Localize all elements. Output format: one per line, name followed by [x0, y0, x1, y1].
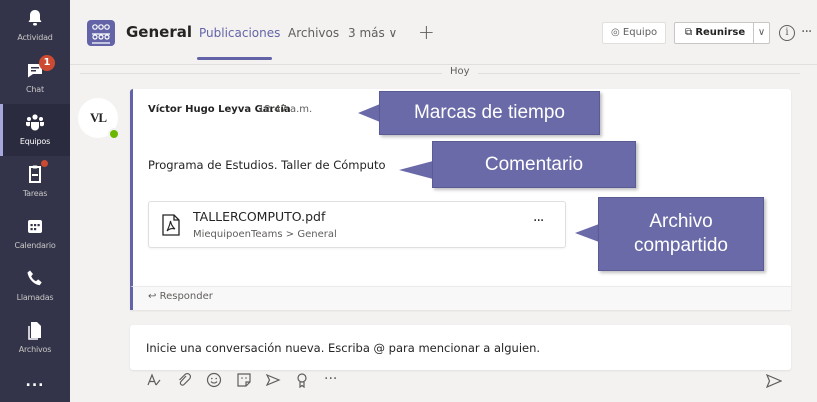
appbar-label: Equipos [19, 137, 51, 146]
chat-badge: 1 [39, 55, 55, 71]
callout-shared-file-line2: compartido [634, 235, 728, 256]
tab-more[interactable]: 3 más ∨ [348, 26, 397, 40]
reply-label: Responder [159, 291, 213, 302]
file-name[interactable]: TALLERCOMPUTO.pdf [193, 209, 325, 224]
date-separator-label: Hoy [442, 66, 478, 77]
callout-pointer [575, 224, 599, 242]
eye-icon: ◎ [611, 27, 620, 38]
format-icon[interactable] [146, 372, 162, 388]
info-icon[interactable]: i [779, 25, 795, 41]
appbar-item-equipos[interactable]: Equipos [0, 104, 70, 156]
bell-icon [28, 10, 42, 26]
appbar-item-archivos[interactable]: Archivos [0, 312, 70, 364]
team-people-icon [92, 24, 110, 44]
meet-now-icon[interactable] [265, 372, 281, 388]
more-options-icon[interactable]: ··· [801, 24, 812, 40]
more-compose-options-icon[interactable]: ··· [324, 371, 337, 387]
phone-icon [27, 270, 42, 286]
appbar-more-button[interactable]: ... [0, 364, 70, 402]
appbar-item-chat[interactable]: 1 Chat [0, 52, 70, 104]
send-icon[interactable] [766, 374, 782, 388]
app-bar: Actividad 1 Chat Equipos Tareas Calendar… [0, 0, 70, 402]
meet-dropdown-button[interactable]: ∨ [754, 22, 770, 44]
channel-title: General [126, 23, 192, 41]
active-tab-indicator [197, 57, 272, 60]
praise-icon[interactable] [294, 372, 310, 388]
teams-icon [26, 114, 44, 131]
more-icon: ... [25, 374, 45, 390]
callout-pointer [399, 161, 433, 179]
date-divider [80, 73, 800, 74]
channel-header: General Publicaciones Archivos 3 más ∨ +… [70, 0, 817, 65]
appbar-item-llamadas[interactable]: Llamadas [0, 260, 70, 312]
presence-available-icon [108, 128, 120, 140]
appbar-label: Calendario [14, 241, 56, 250]
team-button-label: Equipo [622, 27, 658, 38]
team-button[interactable]: ◎ Equipo [602, 22, 666, 44]
appbar-label: Tareas [22, 189, 48, 198]
reply-button[interactable]: ↩ Responder [148, 291, 213, 302]
file-more-options-icon[interactable]: ··· [533, 213, 544, 229]
pdf-file-icon [162, 214, 180, 236]
tasks-notification-dot [41, 160, 48, 167]
callout-timestamp: Marcas de tiempo [379, 91, 600, 135]
tab-archivos[interactable]: Archivos [288, 26, 339, 40]
meet-button-label: Reunirse [695, 27, 746, 38]
message-timestamp: 12:47 a.m. [258, 104, 313, 115]
message-text: Programa de Estudios. Taller de Cómputo [148, 158, 386, 172]
appbar-item-calendario[interactable]: Calendario [0, 208, 70, 260]
video-icon: ⧉ [685, 27, 693, 38]
compose-placeholder[interactable]: Inicie una conversación nueva. Escriba @… [146, 341, 540, 355]
callout-comment: Comentario [432, 141, 636, 188]
appbar-item-actividad[interactable]: Actividad [0, 0, 70, 52]
team-logo [87, 20, 115, 46]
appbar-label: Archivos [18, 345, 52, 354]
meet-button[interactable]: ⧉ Reunirse [674, 22, 754, 44]
appbar-label: Llamadas [16, 293, 54, 302]
sticker-icon[interactable] [236, 372, 252, 388]
attach-icon[interactable] [176, 372, 192, 388]
callout-shared-file-line1: Archivo [649, 211, 713, 232]
reply-bar[interactable] [130, 286, 791, 310]
calendar-icon [28, 220, 42, 233]
callout-shared-file: Archivo compartido [598, 197, 764, 271]
appbar-item-tareas[interactable]: Tareas [0, 156, 70, 208]
reply-arrow-icon: ↩ [148, 291, 157, 302]
add-tab-button[interactable]: + [418, 20, 435, 44]
appbar-label: Chat [26, 85, 44, 94]
emoji-icon[interactable] [206, 372, 222, 388]
callout-pointer [358, 104, 380, 122]
files-icon [28, 322, 41, 340]
appbar-label: Actividad [17, 33, 53, 42]
tab-publicaciones[interactable]: Publicaciones [199, 26, 280, 40]
tasks-icon [29, 165, 41, 183]
file-path: MiequipoenTeams > General [193, 229, 337, 240]
